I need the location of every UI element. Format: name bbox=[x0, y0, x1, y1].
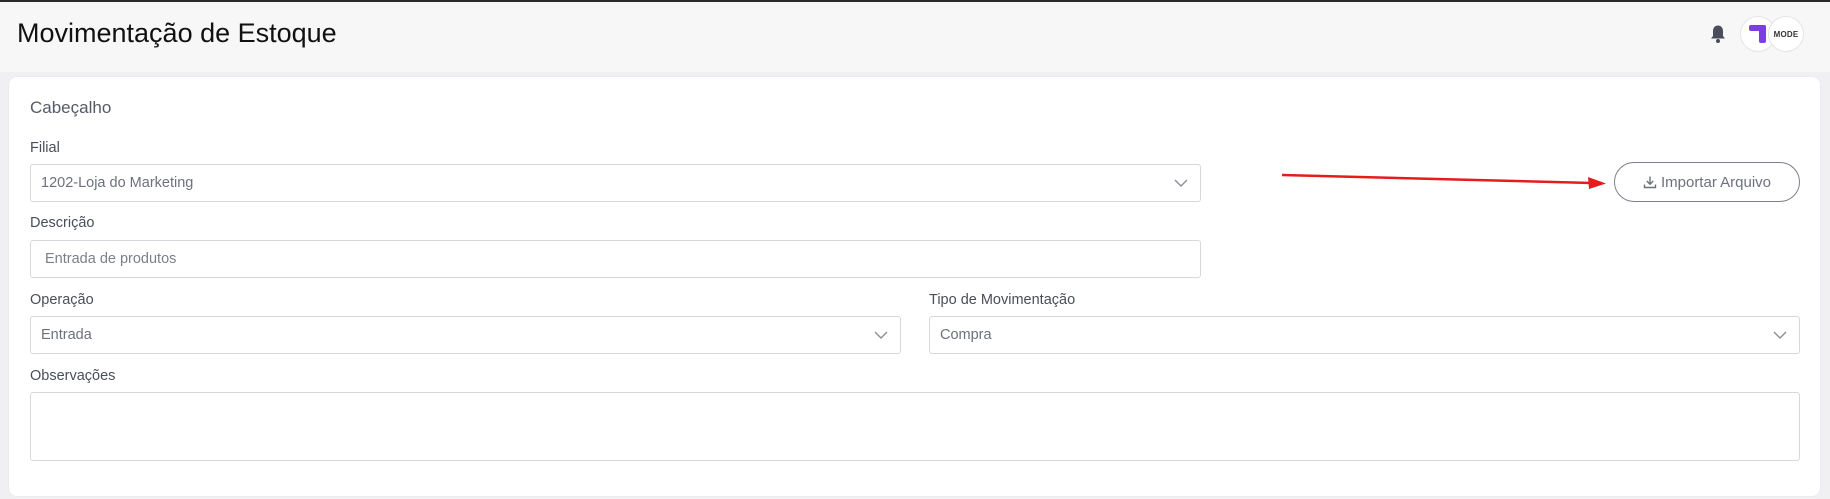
tipo-movimentacao-select[interactable]: Compra bbox=[929, 316, 1800, 354]
section-title: Cabeçalho bbox=[30, 98, 112, 117]
filial-value: 1202-Loja do Marketing bbox=[41, 175, 194, 191]
tipo-movimentacao-value: Compra bbox=[940, 327, 992, 343]
bell-icon[interactable] bbox=[1709, 24, 1727, 44]
descricao-label: Descrição bbox=[30, 215, 95, 231]
operacao-label: Operação bbox=[30, 292, 94, 308]
import-file-label: Importar Arquivo bbox=[1660, 173, 1772, 191]
operacao-value: Entrada bbox=[41, 327, 92, 343]
operacao-select[interactable]: Entrada bbox=[30, 316, 901, 354]
brand-logo-icon bbox=[1749, 25, 1766, 43]
tipo-movimentacao-label: Tipo de Movimentação bbox=[929, 292, 1076, 308]
observacoes-textarea[interactable] bbox=[30, 392, 1800, 461]
annotation-arrow-icon bbox=[1281, 173, 1606, 189]
user-avatar-text: MODE bbox=[1773, 29, 1799, 39]
import-file-button[interactable]: Importar Arquivo bbox=[1614, 162, 1800, 202]
filial-label: Filial bbox=[30, 140, 60, 156]
chevron-down-icon bbox=[1773, 331, 1787, 339]
filial-select[interactable]: 1202-Loja do Marketing bbox=[30, 164, 1201, 202]
chevron-down-icon bbox=[874, 331, 888, 339]
descricao-value: Entrada de produtos bbox=[45, 251, 177, 267]
user-avatar[interactable]: MODE bbox=[1768, 16, 1804, 52]
observacoes-label: Observações bbox=[30, 368, 116, 384]
page-title: Movimentação de Estoque bbox=[17, 18, 337, 48]
download-icon bbox=[1643, 176, 1657, 189]
descricao-input[interactable]: Entrada de produtos bbox=[30, 240, 1201, 278]
chevron-down-icon bbox=[1174, 179, 1188, 187]
